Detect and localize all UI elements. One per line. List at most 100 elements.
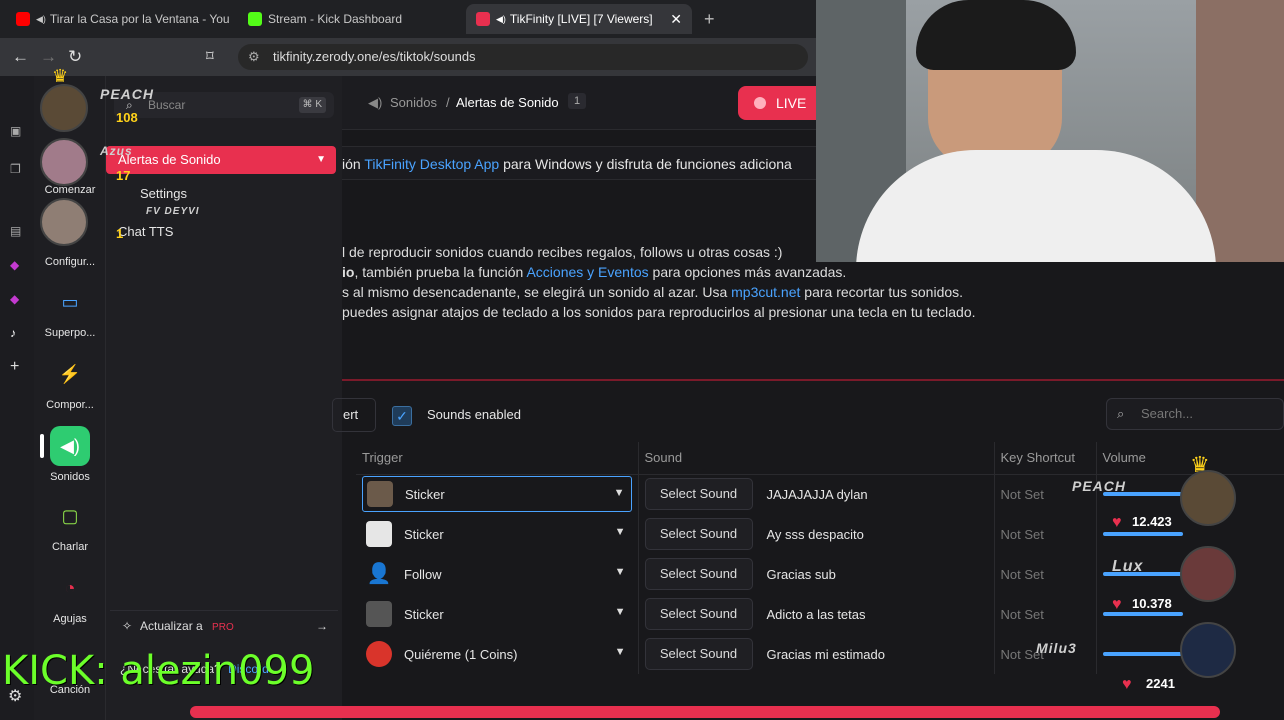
bolt-icon: ⚡ xyxy=(58,363,82,384)
nav-configuracion[interactable]: Configur... xyxy=(34,256,106,268)
active-indicator xyxy=(40,434,44,458)
nav-label: Charlar xyxy=(51,541,89,553)
nav-sonidos[interactable]: ◀) Sonidos xyxy=(34,426,106,483)
table-search-input[interactable]: ⌕ Search... xyxy=(1106,398,1284,430)
gauge-icon: ◔ xyxy=(64,577,76,598)
trigger-label: Sticker xyxy=(404,526,444,542)
viewer-points: 1 xyxy=(116,226,124,241)
caret-down-icon: ▼ xyxy=(613,487,625,500)
trigger-label: Quiéreme (1 Coins) xyxy=(404,646,518,662)
close-icon[interactable]: ✕ xyxy=(670,11,682,28)
sounds-toolbar: ert ✓ Sounds enabled ⌕ Search... xyxy=(332,398,1284,434)
viewer-name: Lux xyxy=(1112,558,1144,575)
info-line: s al mismo desencadenante, se elegirá un… xyxy=(342,284,963,300)
tab-youtube[interactable]: ◀) Tirar la Casa por la Ventana - You xyxy=(6,4,234,34)
sticker-thumbnail xyxy=(367,481,393,508)
viewer-leaderboard-left: ♛ PEACH 108 Azus 17 FV DEYVI 1 xyxy=(38,66,238,246)
trigger-select[interactable]: 👤 Follow ▼ xyxy=(362,556,632,592)
info-line: l de reproducir sonidos cuando recibes r… xyxy=(342,244,783,260)
sound-name: JAJAJAJJA dylan xyxy=(766,486,868,502)
sticker-thumbnail xyxy=(366,521,392,547)
viewer-name: Azus xyxy=(100,144,133,158)
caret-down-icon: ▼ xyxy=(614,646,626,658)
arrow-right-icon: → xyxy=(316,619,328,633)
tab-tikfinity[interactable]: ◀) TikFinity [LIVE] [7 Viewers] ✕ xyxy=(466,4,692,34)
caret-down-icon: ▼ xyxy=(614,606,626,618)
select-sound-button[interactable]: Select Sound xyxy=(644,478,753,511)
nav-charlar[interactable]: ▢ Charlar xyxy=(34,496,106,554)
viewer-name: PEACH xyxy=(1072,478,1127,494)
viewer-leaderboard-right: ♛ PEACH 12.423 Lux 10.378 Milu3 2241 ♥ ♥… xyxy=(1036,452,1284,698)
nav-superposiciones[interactable]: ▭ Superpo... xyxy=(34,282,106,340)
live-label: LIVE xyxy=(776,95,807,111)
nav-comportamiento[interactable]: ⚡ Compor... xyxy=(34,354,106,412)
key-shortcut[interactable]: Not Set xyxy=(1001,567,1044,582)
upgrade-button[interactable]: ✧ Actualizar a PRO → xyxy=(110,610,338,640)
book-icon[interactable]: ▤ xyxy=(10,224,21,238)
site-info-icon[interactable]: ⚙ xyxy=(248,44,260,70)
youtube-icon xyxy=(16,12,30,26)
avatar xyxy=(40,138,88,186)
person-shirt xyxy=(856,150,1216,262)
copy-icon[interactable]: ❐ xyxy=(10,162,21,176)
new-tab-icon[interactable]: + xyxy=(704,9,715,30)
key-shortcut[interactable]: Not Set xyxy=(1001,527,1044,542)
select-sound-button[interactable]: Select Sound xyxy=(644,518,753,550)
bookmark-icon[interactable]: ⌑ xyxy=(206,47,214,65)
webcam-background xyxy=(1196,0,1284,262)
upgrade-label: Actualizar a xyxy=(140,619,203,633)
avatar xyxy=(1180,470,1236,526)
avatar xyxy=(40,84,88,132)
insert-button[interactable]: ert xyxy=(332,398,376,432)
reload-icon[interactable]: ↻ xyxy=(68,47,82,67)
key-shortcut[interactable]: Not Set xyxy=(1001,487,1044,502)
tiktok-icon[interactable]: ♪ xyxy=(10,326,16,340)
sparkle-icon: ✧ xyxy=(122,619,133,633)
live-button[interactable]: LIVE xyxy=(738,86,828,120)
speaker-icon: ◀) xyxy=(36,13,46,24)
key-shortcut[interactable]: Not Set xyxy=(1001,607,1044,622)
tab-title: TikFinity [LIVE] [7 Viewers] xyxy=(509,12,653,26)
chevron-down-icon: ▼ xyxy=(316,154,326,165)
nav-agujas[interactable]: ◔ Agujas xyxy=(34,568,106,626)
viewer-name: Milu3 xyxy=(1036,640,1077,656)
trigger-select[interactable]: Sticker ▼ xyxy=(362,516,632,552)
app-icon[interactable]: ◆ xyxy=(10,292,19,306)
avatar xyxy=(1180,546,1236,602)
app-icon[interactable]: ◆ xyxy=(10,258,19,272)
person-hair xyxy=(916,0,1076,70)
select-sound-button[interactable]: Select Sound xyxy=(644,558,753,590)
crumb-parent[interactable]: Sonidos xyxy=(390,95,437,110)
search-icon: ⌕ xyxy=(1117,406,1125,421)
info-text: , también prueba la función xyxy=(354,264,527,280)
trigger-select[interactable]: Quiéreme (1 Coins) ▼ xyxy=(362,636,632,672)
trigger-select[interactable]: Sticker ▼ xyxy=(362,476,632,513)
stream-bottom-bar xyxy=(190,706,1220,718)
speaker-icon: ◀) xyxy=(496,13,506,24)
mp3cut-link[interactable]: mp3cut.net xyxy=(731,284,800,300)
search-placeholder: Search... xyxy=(1141,406,1194,421)
actions-link[interactable]: Acciones y Eventos xyxy=(526,264,648,280)
shortcut-badge: ⌘ K xyxy=(298,97,326,113)
sounds-enabled-label: Sounds enabled xyxy=(427,407,521,422)
desktop-app-link[interactable]: TikFinity Desktop App xyxy=(364,156,499,172)
caret-down-icon: ▼ xyxy=(614,526,626,538)
crumb-separator: / xyxy=(446,95,450,110)
nav-label: Superpo... xyxy=(44,327,96,339)
tikfinity-icon xyxy=(476,12,490,26)
url-field[interactable]: ⚙ tikfinity.zerody.one/es/tiktok/sounds xyxy=(238,44,808,70)
select-sound-button[interactable]: Select Sound xyxy=(644,598,753,630)
tab-kick[interactable]: Stream - Kick Dashboard xyxy=(238,4,462,34)
forward-icon[interactable]: → xyxy=(40,47,57,67)
select-sound-button[interactable]: Select Sound xyxy=(644,638,753,670)
add-icon[interactable]: + xyxy=(10,358,19,376)
insert-label: ert xyxy=(343,407,359,422)
info-text: s al mismo desencadenante, se elegirá un… xyxy=(342,284,732,300)
kick-icon xyxy=(248,12,262,26)
column-header: Trigger xyxy=(356,442,639,475)
kick-channel-overlay: KICK: alezin099 xyxy=(2,648,315,694)
camera-icon[interactable]: ▣ xyxy=(10,124,21,138)
back-icon[interactable]: ← xyxy=(12,47,29,67)
sounds-enabled-checkbox[interactable]: ✓ xyxy=(392,406,412,426)
trigger-select[interactable]: Sticker ▼ xyxy=(362,596,632,632)
